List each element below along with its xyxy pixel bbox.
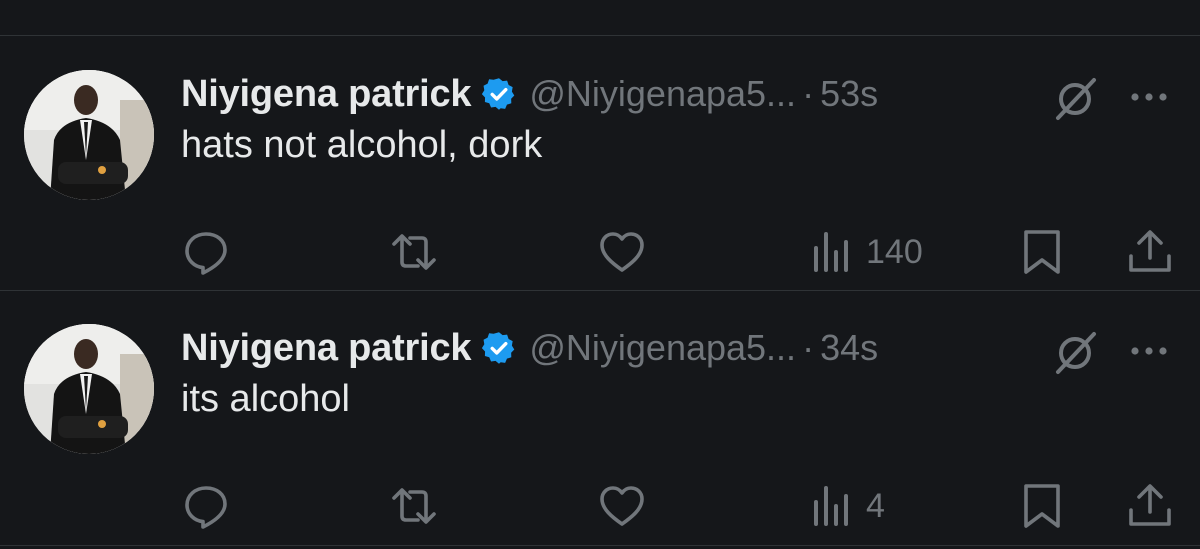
retweet-icon — [392, 488, 436, 524]
retweet-button[interactable] — [390, 226, 438, 278]
retweet-button[interactable] — [390, 480, 438, 532]
more-icon[interactable] — [1126, 336, 1172, 366]
views-icon — [814, 486, 848, 526]
separator: · — [802, 73, 815, 114]
share-icon — [1129, 484, 1171, 526]
views-count: 140 — [866, 232, 923, 271]
views-count: 4 — [866, 486, 885, 525]
tweet[interactable]: Niyigena patrick @Niyigenapa5... · 53s h… — [0, 36, 1200, 291]
grok-icon[interactable] — [1050, 326, 1102, 378]
like-icon — [600, 232, 644, 272]
tweet-header: Niyigena patrick @Niyigenapa5... · 53s — [181, 66, 878, 122]
retweet-icon — [392, 234, 436, 270]
bookmark-button[interactable] — [1018, 480, 1066, 532]
share-icon — [1129, 230, 1171, 272]
bookmark-icon — [1024, 230, 1060, 274]
tweet-text: hats not alcohol, dork — [181, 124, 543, 166]
timestamp[interactable]: 53s — [820, 73, 878, 115]
verified-badge-icon — [482, 78, 515, 110]
tweet-header: Niyigena patrick @Niyigenapa5... · 34s — [181, 320, 878, 376]
like-button[interactable] — [598, 480, 646, 532]
views-button[interactable]: 140 — [808, 226, 923, 278]
separator: · — [802, 327, 815, 368]
like-icon — [600, 486, 644, 526]
tweet-text: its alcohol — [181, 378, 350, 420]
reply-button[interactable] — [182, 226, 230, 278]
tweet[interactable]: Niyigena patrick @Niyigenapa5... · 34s i… — [0, 290, 1200, 545]
tweet-actions: 140 — [0, 226, 1200, 278]
share-button[interactable] — [1126, 226, 1174, 278]
grok-icon[interactable] — [1050, 72, 1102, 124]
views-button[interactable]: 4 — [808, 480, 885, 532]
avatar[interactable] — [24, 324, 154, 454]
tweet-actions: 4 — [0, 480, 1200, 532]
views-icon — [814, 232, 848, 272]
reply-icon — [185, 232, 227, 275]
bookmark-icon — [1024, 484, 1060, 528]
reply-icon — [185, 486, 227, 529]
like-button[interactable] — [598, 226, 646, 278]
bookmark-button[interactable] — [1018, 226, 1066, 278]
author-name[interactable]: Niyigena patrick — [181, 327, 472, 370]
reply-button[interactable] — [182, 480, 230, 532]
author-handle[interactable]: @Niyigenapa5... — [529, 327, 796, 369]
share-button[interactable] — [1126, 480, 1174, 532]
author-name[interactable]: Niyigena patrick — [181, 73, 472, 116]
avatar[interactable] — [24, 70, 154, 200]
verified-badge-icon — [482, 332, 515, 364]
author-handle[interactable]: @Niyigenapa5... — [529, 73, 796, 115]
more-icon[interactable] — [1126, 82, 1172, 112]
timeline-feed: Niyigena patrick @Niyigenapa5... · 53s h… — [0, 0, 1200, 549]
timestamp[interactable]: 34s — [820, 327, 878, 369]
divider — [0, 545, 1200, 546]
